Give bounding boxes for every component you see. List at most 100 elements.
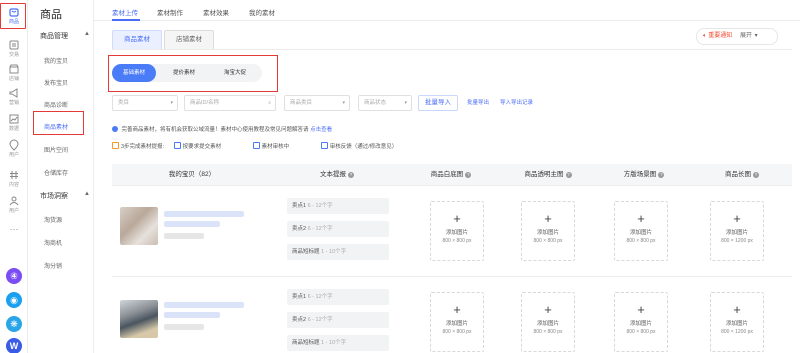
tabs-divider	[112, 49, 792, 50]
nav-item-publish[interactable]: 发布宝贝	[44, 78, 68, 87]
chevron-down-icon: ▾	[342, 100, 345, 106]
goods-status-select[interactable]: 商品状态 ▾	[358, 95, 412, 111]
upload-size: 800 × 800 px	[533, 329, 563, 335]
segment-promotion[interactable]: 淘宝大促	[212, 64, 258, 82]
help-icon[interactable]: ?	[565, 172, 572, 178]
app-icon-3[interactable]: ❋	[6, 316, 22, 332]
rail-item-customer[interactable]: 用户	[0, 192, 28, 220]
nav-title: 商品	[40, 9, 62, 21]
product-thumbnail[interactable]	[120, 207, 158, 245]
upload-transparent-image[interactable]: + 添加图片 800 × 800 px	[521, 292, 575, 352]
selling-point-1-field[interactable]: 卖点1 6 - 12个字	[287, 289, 389, 305]
upload-scene-image[interactable]: + 添加图片 800 × 800 px	[614, 201, 668, 261]
short-title-field[interactable]: 商品短标题 1 - 10个字	[287, 335, 389, 351]
th-text: 文本提报?	[272, 164, 402, 186]
help-icon[interactable]: ?	[753, 172, 759, 178]
nav-group-market[interactable]: 市场洞察 ▲	[40, 191, 94, 201]
upload-label: 添加图片	[629, 321, 652, 327]
product-title-blurred[interactable]	[164, 211, 244, 217]
segment-basic[interactable]: 基础素材	[112, 64, 156, 82]
chevron-down-icon: ▾	[404, 100, 407, 106]
plus-icon: +	[733, 302, 741, 317]
tab-make[interactable]: 素材制作	[157, 7, 183, 17]
steps-line: 3步完成素材提报: 按要求提交素材 素材审核中 审核反馈（通过/修改意见）	[112, 142, 405, 150]
nav-group-label: 市场洞察	[40, 193, 68, 200]
person-icon	[9, 196, 19, 206]
upload-label: 添加图片	[536, 230, 559, 236]
rail-item-data[interactable]: 数据	[0, 110, 28, 138]
search-placeholder: 商品ID/名称	[190, 100, 220, 106]
header-label: 方版场景图	[623, 171, 657, 178]
nav-item-stock[interactable]: 仓储库存	[44, 168, 68, 177]
upload-size: 800 × 800 px	[626, 238, 656, 244]
nav-item-source[interactable]: 淘货源	[44, 215, 62, 224]
batch-export-link[interactable]: 批量导出	[467, 95, 489, 111]
help-icon[interactable]: ?	[348, 172, 354, 178]
field-label: 卖点1	[292, 294, 307, 300]
rail-item-user[interactable]: 用户	[0, 136, 28, 164]
upload-size: 800 × 800 px	[626, 329, 656, 335]
import-export-record-link[interactable]: 导入导出记录	[500, 95, 533, 111]
selling-point-2-field[interactable]: 卖点2 6 - 12个字	[287, 312, 389, 328]
product-title-blurred[interactable]	[164, 302, 244, 308]
nav-item-opportunity[interactable]: 淘商机	[44, 238, 62, 247]
upload-long-image[interactable]: + 添加图片 800 × 1200 px	[710, 201, 764, 261]
th-my-goods: 我的宝贝（82）	[112, 164, 272, 186]
field-label: 商品短标题	[292, 340, 320, 346]
order-icon	[9, 40, 19, 50]
nav-item-distribution[interactable]: 淘分销	[44, 261, 62, 270]
tab-upload[interactable]: 素材上传	[112, 7, 138, 17]
help-icon[interactable]: ?	[658, 172, 665, 178]
active-tab-indicator	[112, 19, 140, 21]
tab-shop-material[interactable]: 店铺素材	[164, 30, 214, 50]
upload-long-image[interactable]: + 添加图片 800 × 1200 px	[710, 292, 764, 352]
rail-item-content[interactable]: 内容	[0, 166, 28, 194]
rail-label: 数据	[8, 126, 19, 132]
top-tabs	[94, 0, 800, 21]
plus-icon: +	[544, 211, 552, 226]
upload-transparent-image[interactable]: + 添加图片 800 × 800 px	[521, 201, 575, 261]
field-hint: 6 - 12个字	[307, 203, 333, 209]
help-icon[interactable]: ?	[465, 172, 472, 178]
selling-point-1-field[interactable]: 卖点1 6 - 12个字	[287, 198, 389, 214]
category-select[interactable]: 类目 ▾	[112, 95, 178, 111]
app-icon-2[interactable]: ◉	[6, 292, 22, 308]
upload-white-image[interactable]: + 添加图片 800 × 800 px	[430, 201, 484, 261]
rail-highlight-box	[0, 3, 26, 29]
upload-white-image[interactable]: + 添加图片 800 × 800 px	[430, 292, 484, 352]
app-icon-4[interactable]: W	[6, 338, 22, 353]
table-row: 卖点1 6 - 12个字 卖点2 6 - 12个字 商品短标题 1 - 10个字…	[112, 278, 792, 353]
upload-label: 添加图片	[536, 321, 559, 327]
nav-item-my-goods[interactable]: 我的宝贝	[44, 56, 68, 65]
batch-import-button[interactable]: 批量导入	[418, 95, 458, 111]
tip-link[interactable]: 点击查看	[310, 127, 332, 133]
upload-size: 800 × 1200 px	[721, 329, 753, 335]
header-label: 商品白底图	[430, 171, 464, 178]
rail-item-marketing[interactable]: 营销	[0, 84, 28, 112]
field-label: 卖点2	[292, 226, 307, 232]
tab-goods-material[interactable]: 商品素材	[112, 30, 162, 50]
nav-item-image-space[interactable]: 图片空间	[44, 145, 68, 154]
nav-item-diagnose[interactable]: 商品诊断	[44, 100, 68, 109]
table-row: 卖点1 6 - 12个字 卖点2 6 - 12个字 商品短标题 1 - 10个字…	[112, 187, 792, 277]
short-title-field[interactable]: 商品短标题 1 - 10个字	[287, 244, 389, 260]
nav-group-goods-management[interactable]: 商品管理 ▲	[40, 31, 94, 41]
tab-mine[interactable]: 我的素材	[249, 7, 275, 17]
search-input[interactable]: 商品ID/名称 ⌕	[184, 95, 276, 111]
more-icon[interactable]: ···	[0, 224, 28, 252]
selling-point-2-field[interactable]: 卖点2 6 - 12个字	[287, 221, 389, 237]
field-label: 卖点2	[292, 317, 307, 323]
upload-label: 添加图片	[445, 321, 468, 327]
upload-scene-image[interactable]: + 添加图片 800 × 800 px	[614, 292, 668, 352]
notice-pill[interactable]: 🔈︎ 重要通知 展开 ▾	[696, 28, 778, 45]
chevron-down-icon: ▾	[754, 33, 758, 39]
expand-link[interactable]: 展开	[740, 33, 752, 39]
step-icon	[112, 142, 119, 149]
header-label: 我的宝贝（82）	[168, 171, 216, 178]
product-thumbnail[interactable]	[120, 300, 158, 338]
tab-effect[interactable]: 素材效果	[203, 7, 229, 17]
app-icon-1[interactable]: ④	[6, 268, 22, 284]
goods-category-select[interactable]: 商品类目 ▾	[284, 95, 350, 111]
material-type-segment: 基础素材 提价素材 淘宝大促	[112, 64, 262, 82]
segment-pricing[interactable]: 提价素材	[160, 64, 208, 82]
